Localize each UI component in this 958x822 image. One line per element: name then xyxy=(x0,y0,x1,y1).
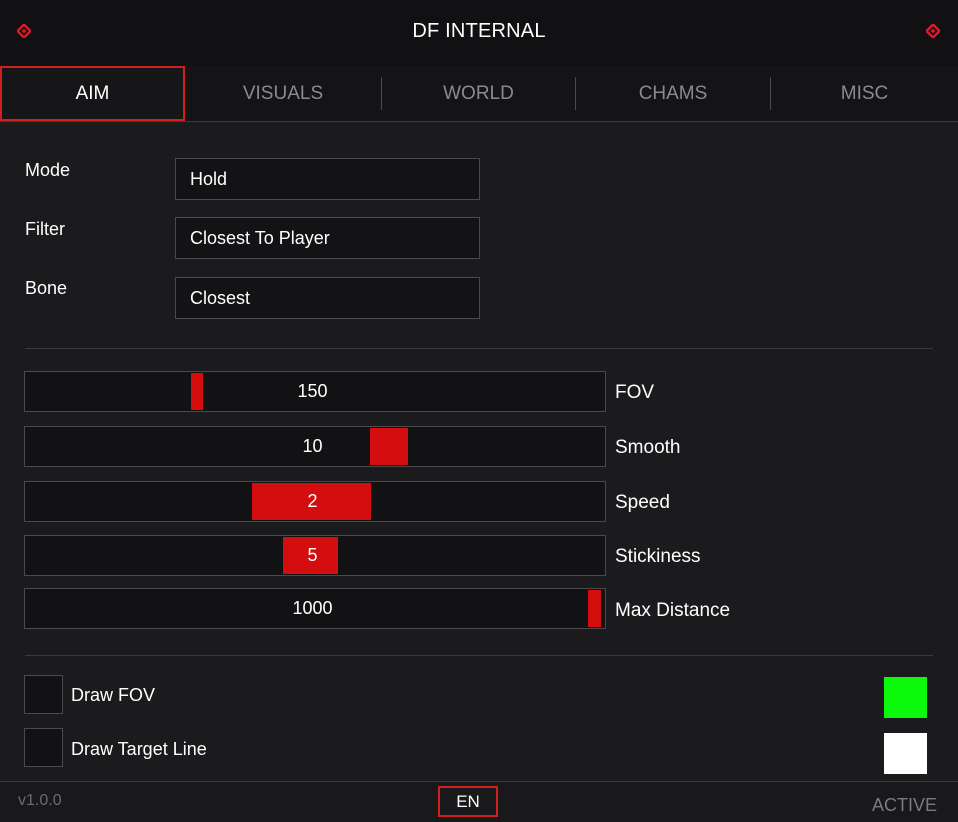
diamond-icon xyxy=(926,24,940,38)
draw-target-line-color-swatch[interactable] xyxy=(884,733,927,774)
draw-target-line-label: Draw Target Line xyxy=(71,739,207,759)
tab-aim[interactable]: AIM xyxy=(0,66,185,121)
mode-select[interactable]: Hold xyxy=(175,158,480,200)
mode-label: Mode xyxy=(25,160,71,180)
version-text: v1.0.0 xyxy=(18,792,62,809)
max-distance-label: Max Distance xyxy=(615,600,731,621)
bone-label: Bone xyxy=(25,278,68,298)
tab-world[interactable]: WORLD xyxy=(382,66,575,121)
language-button[interactable]: EN xyxy=(438,786,498,817)
slider-value: 1000 xyxy=(292,598,333,618)
tab-bar: AIM VISUALS WORLD CHAMS MISC xyxy=(0,66,958,122)
filter-label: Filter xyxy=(25,219,65,239)
speed-slider[interactable]: 2 xyxy=(24,481,606,522)
section-divider xyxy=(25,348,933,349)
fov-label: FOV xyxy=(615,382,655,403)
status-text: ACTIVE xyxy=(872,795,938,815)
footer-bar: v1.0.0 EN ACTIVE xyxy=(0,781,958,822)
title-bar[interactable]: DF INTERNAL xyxy=(0,0,958,66)
max-distance-slider[interactable]: 1000 xyxy=(24,588,606,629)
fov-slider[interactable]: 150 xyxy=(24,371,606,412)
draw-target-line-checkbox[interactable] xyxy=(24,728,63,767)
smooth-label: Smooth xyxy=(615,437,681,458)
window-title: DF INTERNAL xyxy=(412,20,546,42)
section-divider xyxy=(25,655,933,656)
slider-value: 10 xyxy=(302,436,323,456)
stickiness-label: Stickiness xyxy=(615,546,701,567)
tab-visuals[interactable]: VISUALS xyxy=(185,66,381,121)
smooth-slider[interactable]: 10 xyxy=(24,426,606,467)
slider-value: 2 xyxy=(307,491,318,511)
filter-select[interactable]: Closest To Player xyxy=(175,217,480,259)
draw-fov-checkbox[interactable] xyxy=(24,675,63,714)
app-window: DF INTERNAL AIM VISUALS WORLD CHAMS MISC… xyxy=(0,0,958,822)
bone-select[interactable]: Closest xyxy=(175,277,480,319)
tab-misc[interactable]: MISC xyxy=(771,66,958,121)
slider-value: 150 xyxy=(297,381,328,401)
draw-fov-color-swatch[interactable] xyxy=(884,677,927,718)
speed-label: Speed xyxy=(615,492,670,513)
stickiness-slider[interactable]: 5 xyxy=(24,535,606,576)
draw-fov-label: Draw FOV xyxy=(71,685,156,705)
slider-value: 5 xyxy=(307,545,318,565)
tab-chams[interactable]: CHAMS xyxy=(576,66,770,121)
